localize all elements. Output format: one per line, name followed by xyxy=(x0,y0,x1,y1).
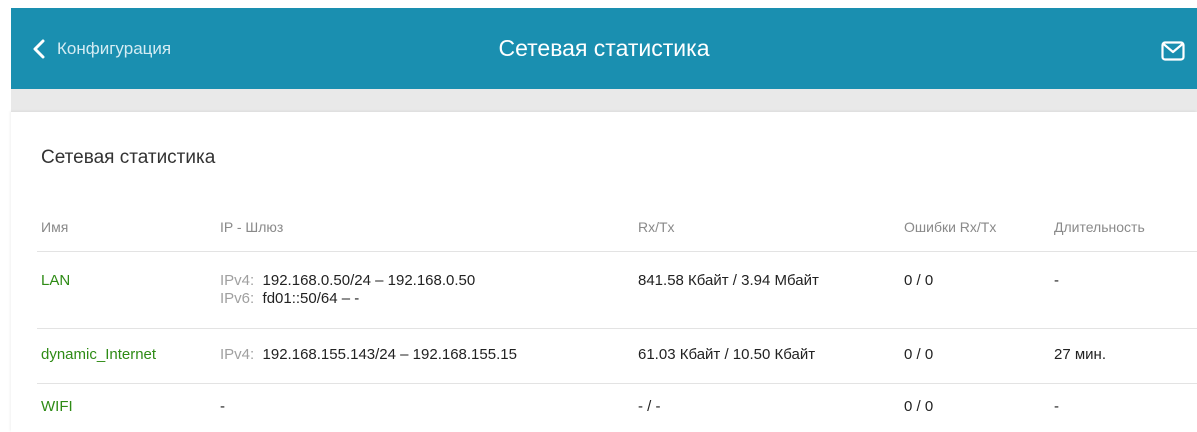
card-title: Сетевая статистика xyxy=(41,147,216,168)
column-header-rx-tx: Rx/Tx xyxy=(638,219,675,235)
ipv4-label: IPv4: xyxy=(220,346,255,363)
ipv4-value: 192.168.0.50/24 – 192.168.0.50 xyxy=(262,272,476,289)
interface-name-link[interactable]: dynamic_Internet xyxy=(41,346,156,363)
ip-gateway-cell: IPv4: 192.168.0.50/24 – 192.168.0.50 IPv… xyxy=(220,272,475,308)
table-divider xyxy=(37,328,1197,329)
errors-cell: 0 / 0 xyxy=(904,346,934,363)
ipv4-line: IPv4: 192.168.0.50/24 – 192.168.0.50 xyxy=(220,272,475,290)
ip-gateway-cell: - xyxy=(220,398,225,415)
duration-cell: - xyxy=(1054,272,1059,289)
statistics-card: Сетевая статистика Имя IP - Шлюз Rx/Tx О… xyxy=(11,112,1197,432)
page-title: Сетевая статистика xyxy=(498,35,710,61)
page: Конфигурация Сетевая статистика Сетевая … xyxy=(0,0,1197,432)
ipv6-line: IPv6: fd01::50/64 – - xyxy=(220,290,475,308)
rx-tx-cell: - / - xyxy=(638,398,661,415)
duration-cell: - xyxy=(1054,398,1059,415)
ip-gateway-cell: IPv4: 192.168.155.143/24 – 192.168.155.1… xyxy=(220,346,517,363)
column-header-duration: Длительность xyxy=(1054,219,1145,235)
table-divider xyxy=(37,251,1197,252)
interface-name-link[interactable]: LAN xyxy=(41,272,70,289)
ipv6-label: IPv6: xyxy=(220,290,255,307)
column-header-name: Имя xyxy=(41,219,69,235)
duration-cell: 27 мин. xyxy=(1054,346,1106,363)
ipv4-value: 192.168.155.143/24 – 192.168.155.15 xyxy=(262,346,517,363)
table-divider xyxy=(37,383,1197,384)
rx-tx-cell: 841.58 Кбайт / 3.94 Мбайт xyxy=(638,272,819,289)
top-bar: Конфигурация Сетевая статистика xyxy=(11,8,1197,89)
errors-cell: 0 / 0 xyxy=(904,272,934,289)
interface-name-link[interactable]: WIFI xyxy=(41,398,73,415)
column-header-errors: Ошибки Rx/Tx xyxy=(904,219,997,235)
ipv4-label: IPv4: xyxy=(220,272,255,289)
ipv6-value: fd01::50/64 – - xyxy=(262,290,360,307)
mail-button[interactable] xyxy=(1161,40,1185,62)
column-header-ip-gateway: IP - Шлюз xyxy=(220,219,284,235)
rx-tx-cell: 61.03 Кбайт / 10.50 Кбайт xyxy=(638,346,816,363)
mail-icon xyxy=(1161,41,1185,66)
errors-cell: 0 / 0 xyxy=(904,398,934,415)
